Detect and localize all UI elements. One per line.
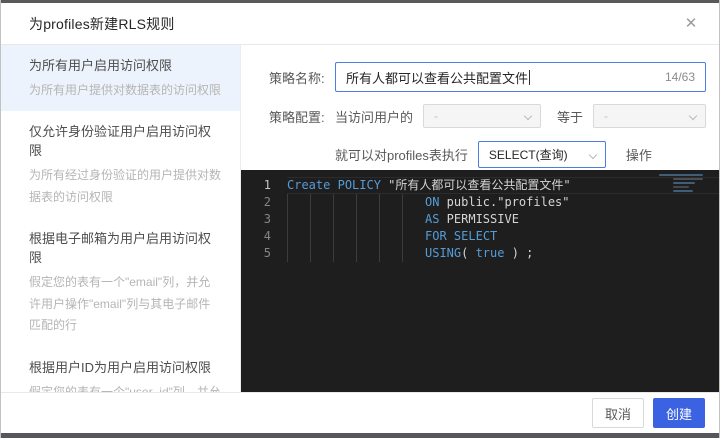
- indent-guide: [287, 211, 310, 228]
- when-user-label: 当访问用户的: [335, 109, 414, 125]
- indent-guide: [333, 211, 356, 228]
- line-number: 2: [263, 195, 271, 209]
- indent-guide: [356, 245, 379, 262]
- action-select[interactable]: SELECT(查询): [477, 141, 606, 168]
- sidebar-item-title: 为所有用户启用访问权限: [29, 58, 173, 73]
- line-number: 3: [263, 212, 271, 226]
- editor-line-2: 2 ON public."profiles": [241, 194, 719, 211]
- policy-config-row: 策略配置: 当访问用户的 - 等于 -: [269, 104, 706, 128]
- code-text: Create POLICY "所有人都可以查看公共配置文件": [287, 177, 719, 194]
- indent-guide: [287, 194, 310, 211]
- editor-minimap: [659, 174, 707, 208]
- indent-guide: [310, 245, 333, 262]
- create-button[interactable]: 创建: [652, 398, 705, 428]
- action-suffix-label: 操作: [625, 148, 652, 163]
- chevron-down-icon: [688, 111, 698, 121]
- editor-line-4: 4 FOR SELECT: [241, 228, 719, 245]
- line-number: 5: [263, 246, 271, 260]
- policy-action-row: 就可以对profiles表执行 SELECT(查询) 操作: [269, 141, 706, 168]
- cancel-button[interactable]: 取消: [591, 398, 644, 428]
- sidebar-item-desc: 假定您的表有一个"email"列，并允许用户操作"email"列与其电子邮件匹配…: [29, 275, 211, 333]
- editor-line-1: 1 Create POLICY "所有人都可以查看公共配置文件": [241, 177, 719, 194]
- equals-label: 等于: [557, 109, 584, 125]
- action-prefix-label: 就可以对profiles表执行: [335, 148, 468, 163]
- indent-guide: [356, 194, 379, 211]
- indent-guide: [356, 211, 379, 228]
- sidebar-item-desc: 为所有用户提供对数据表的访问权限: [29, 82, 222, 97]
- policy-name-value: 所有人都可以查看公共配置文件: [346, 70, 529, 86]
- policy-name-label: 策略名称:: [269, 70, 325, 86]
- policy-template-sidebar: 为所有用户启用访问权限为所有用户提供对数据表的访问权限仅允许身份验证用户启用访问…: [1, 45, 241, 392]
- sidebar-item-2[interactable]: 仅允许身份验证用户启用访问权限 为所有经过身份验证的用户提供对数据表的访问权限: [1, 111, 240, 218]
- indent-guide: [287, 245, 310, 262]
- code-text: AS PERMISSIVE: [287, 211, 719, 228]
- code-text: ON public."profiles": [287, 194, 719, 211]
- action-select-value: SELECT(查询): [488, 148, 568, 162]
- indent-guide: [402, 228, 425, 245]
- indent-guide: [287, 228, 310, 245]
- sql-code-editor[interactable]: 1 Create POLICY "所有人都可以查看公共配置文件" 2 ON publi…: [241, 170, 719, 392]
- window-top-edge: [1, 0, 719, 3]
- indent-guide: [402, 245, 425, 262]
- dialog-content: 策略名称: 所有人都可以查看公共配置文件 14/63 策略配置: 当访问用户的 …: [241, 45, 719, 392]
- window-bottom-edge: [1, 433, 719, 438]
- line-number: 4: [263, 229, 271, 243]
- dialog-title: 为profiles新建RLS规则: [29, 15, 175, 32]
- line-number: 1: [263, 178, 271, 192]
- indent-guide: [310, 194, 333, 211]
- indent-guide: [333, 228, 356, 245]
- char-counter: 14/63: [664, 70, 695, 84]
- indent-guide: [379, 194, 402, 211]
- indent-guide: [402, 194, 425, 211]
- code-text: FOR SELECT: [287, 228, 719, 245]
- sidebar-item-4[interactable]: 根据用户ID为用户启用访问权限假定您的表有一个"user_id"列，并允许用户操…: [1, 347, 240, 392]
- text-caret: [529, 69, 531, 85]
- indent-guide: [379, 211, 402, 228]
- column-select[interactable]: -: [423, 104, 542, 128]
- chevron-down-icon: [588, 150, 598, 160]
- indent-guide: [379, 245, 402, 262]
- column-select-value: -: [434, 109, 439, 123]
- rls-dialog: 为profiles新建RLS规则 ✕ 为所有用户启用访问权限为所有用户提供对数据…: [0, 0, 720, 438]
- policy-name-row: 策略名称: 所有人都可以查看公共配置文件 14/63: [269, 62, 706, 92]
- policy-name-input[interactable]: 所有人都可以查看公共配置文件 14/63: [335, 62, 706, 92]
- policy-form: 策略名称: 所有人都可以查看公共配置文件 14/63 策略配置: 当访问用户的 …: [241, 45, 719, 170]
- editor-line-5: 5 USING( true ) ;: [241, 245, 719, 262]
- sidebar-item-desc: 假定您的表有一个"user_id"列，并允许用户操作"user_id"列与其 I…: [29, 384, 221, 392]
- sidebar-item-3[interactable]: 根据电子邮箱为用户启用访问权限假定您的表有一个"email"列，并允许用户操作"…: [1, 218, 240, 346]
- sidebar-item-title: 根据电子邮箱为用户启用访问权限: [29, 231, 212, 266]
- indent-guide: [379, 228, 402, 245]
- editor-line-3: 3 AS PERMISSIVE: [241, 211, 719, 228]
- indent-guide: [333, 194, 356, 211]
- value-select-value: -: [604, 109, 609, 123]
- sidebar-item-desc: 为所有经过身份验证的用户提供对数据表的访问权限: [29, 168, 222, 204]
- indent-guide: [310, 211, 333, 228]
- sidebar-item-title: 仅允许身份验证用户启用访问权限: [29, 124, 212, 159]
- close-icon[interactable]: ✕: [681, 14, 701, 34]
- indent-guide: [356, 228, 379, 245]
- sidebar-item-title: 根据用户ID为用户启用访问权限: [29, 359, 212, 375]
- dialog-body: 为所有用户启用访问权限为所有用户提供对数据表的访问权限仅允许身份验证用户启用访问…: [1, 45, 719, 392]
- dialog-header: 为profiles新建RLS规则 ✕: [1, 3, 719, 45]
- value-select[interactable]: -: [593, 104, 706, 128]
- indent-guide: [333, 245, 356, 262]
- code-text: USING( true ) ;: [287, 245, 719, 262]
- sidebar-item-1[interactable]: 为所有用户启用访问权限为所有用户提供对数据表的访问权限: [1, 45, 240, 112]
- policy-config-label: 策略配置:: [269, 109, 325, 125]
- dialog-footer: 取消 创建: [1, 392, 719, 433]
- indent-guide: [310, 228, 333, 245]
- chevron-down-icon: [523, 111, 533, 121]
- indent-guide: [402, 211, 425, 228]
